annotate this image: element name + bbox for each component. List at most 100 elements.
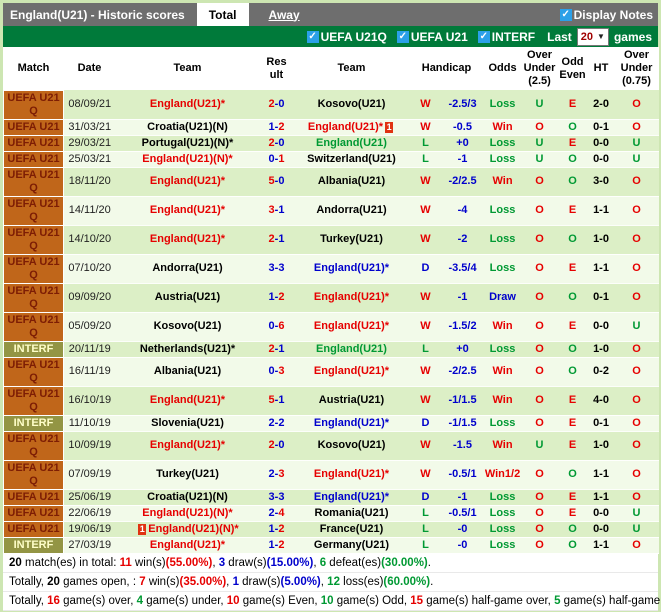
odds-result: Loss — [483, 521, 522, 538]
over-under-2-5-value: O — [535, 416, 544, 429]
odds-result: Loss — [483, 505, 522, 522]
result-score: 2-1 — [259, 341, 294, 358]
odds-result-value: Win — [492, 175, 513, 187]
odds-result-value: Draw — [489, 291, 516, 303]
match-date: 07/10/20 — [63, 254, 116, 284]
odds-result: Loss — [483, 489, 522, 506]
match-date: 14/10/20 — [63, 225, 116, 255]
over-under-0-75-value: O — [632, 233, 641, 245]
col-home-team: Team — [115, 47, 260, 90]
tab-away[interactable]: Away — [257, 3, 312, 26]
match-date: 19/06/19 — [63, 521, 116, 538]
half-time-score: 0-0 — [587, 505, 615, 522]
wdl-letter-value: W — [420, 291, 431, 303]
filter-uefa-u21q[interactable]: UEFA U21Q — [306, 30, 387, 44]
odd-even-value: O — [568, 152, 577, 165]
home-team: Croatia(U21)(N) — [115, 489, 260, 506]
half-time-score-value: 1-1 — [593, 204, 609, 216]
half-time-score-value: 1-0 — [593, 233, 609, 245]
wdl-letter-value: W — [420, 320, 431, 332]
half-time-score-value: 0-0 — [593, 136, 609, 149]
table-row: UEFA U21 25/06/19 Croatia(U21)(N) 3-3 Englan… — [3, 488, 659, 506]
competition-filters: UEFA U21Q UEFA U21 INTERF — [306, 30, 535, 44]
display-notes-checkbox-icon[interactable] — [559, 8, 572, 21]
wdl-letter: W — [409, 225, 442, 255]
over-under-0-75-value: O — [632, 394, 641, 406]
checkbox-checked-icon[interactable] — [396, 30, 409, 43]
table-row: UEFA U21 31/03/21 Croatia(U21)(N) 1-2 Englan… — [3, 118, 659, 136]
table-row: UEFA U21 Q 07/10/20 Andorra(U21) 3-3 England… — [3, 253, 659, 284]
handicap-line: -0.5/1 — [441, 460, 484, 490]
table-row: UEFA U21 29/03/21 Portugal(U21)(N)* 2-0 Engl… — [3, 134, 659, 152]
odds-result-value: Loss — [489, 416, 516, 429]
odds-result-value: Loss — [489, 490, 516, 503]
over-under-0-75-value: O — [632, 291, 641, 303]
handicap-line-value: -3.5/4 — [448, 262, 477, 274]
team-name: Netherlands(U21)* — [139, 342, 236, 355]
filter-uefa-u21[interactable]: UEFA U21 — [396, 30, 468, 44]
team-name: Switzerland(U21) — [307, 152, 396, 165]
half-time-score: 0-0 — [587, 521, 615, 538]
odds-result-value: Loss — [489, 262, 516, 274]
match-competition: UEFA U21 Q — [3, 311, 64, 342]
home-team: Austria(U21) — [115, 283, 260, 313]
wdl-letter: L — [409, 135, 442, 152]
checkbox-checked-icon[interactable] — [306, 30, 319, 43]
checkbox-checked-icon[interactable] — [477, 30, 490, 43]
result-score: 3-1 — [259, 196, 294, 226]
team-name: England(U21)* — [313, 416, 390, 429]
match-competition: UEFA U21 — [3, 118, 64, 136]
summary-segment: win(s) — [145, 575, 180, 588]
summary-segment: . — [427, 556, 431, 569]
wdl-letter: L — [409, 521, 442, 538]
over-under-2-5-value: O — [535, 506, 544, 519]
result-score: 5-0 — [259, 167, 294, 197]
result-score: 2-0 — [259, 90, 294, 120]
odds-result: Loss — [483, 537, 522, 554]
filter-interf[interactable]: INTERF — [477, 30, 535, 44]
team-name: Croatia(U21)(N) — [147, 120, 228, 133]
home-team: England(U21)(N)* — [115, 505, 260, 522]
result-score: 1-2 — [259, 283, 294, 313]
odd-even-value: O — [568, 175, 577, 187]
over-under-2-5-value: U — [535, 136, 544, 149]
tab-total[interactable]: Total — [196, 3, 249, 26]
result-score: 2-4 — [259, 505, 294, 522]
handicap-line-value: -1 — [457, 490, 468, 503]
summary-segment: game(s) Even, — [239, 594, 321, 607]
summary-line: Totally, 16 game(s) over, 4 game(s) unde… — [3, 592, 661, 611]
summary-segment: game(s) Odd, — [333, 594, 411, 607]
last-games-value: 20 — [580, 30, 594, 43]
last-games-select[interactable]: 20 ▼ — [576, 27, 609, 46]
summary-segment: (60.00%) — [383, 575, 431, 588]
summary-segment: draw(s) — [225, 556, 267, 569]
table-row: UEFA U21 Q 08/09/21 England(U21)* 2-0 Kosovo… — [3, 89, 659, 120]
team-name: Kosovo(U21) — [153, 320, 222, 332]
match-competition: UEFA U21 — [3, 488, 64, 506]
away-team: England(U21)* 1 — [293, 119, 410, 136]
summary-segment: 12 — [327, 575, 340, 588]
results-body: UEFA U21 Q 08/09/21 England(U21)* 2-0 Kosovo… — [3, 89, 659, 554]
odd-even: O — [557, 341, 588, 358]
odds-result-value: Win1/2 — [484, 468, 521, 480]
match-competition: UEFA U21 Q — [3, 89, 64, 120]
odds-result-value: Win — [492, 439, 513, 451]
over-under-0-75-value: O — [632, 365, 641, 377]
odds-result: Loss — [483, 254, 522, 284]
wdl-letter-value: W — [420, 394, 431, 406]
team-name: Albania(U21) — [153, 365, 222, 377]
team-name: England(U21) — [316, 136, 387, 149]
over-under-0-75: U — [614, 135, 659, 152]
team-name: Austria(U21) — [318, 394, 385, 406]
wdl-letter-value: L — [422, 152, 429, 165]
display-notes-toggle[interactable]: Display Notes — [559, 3, 653, 26]
over-under-2-5: O — [521, 283, 558, 313]
half-time-score: 1-1 — [587, 460, 615, 490]
odd-even-value: E — [568, 97, 577, 110]
wdl-letter-value: D — [421, 416, 430, 429]
match-competition: INTERF — [3, 414, 64, 432]
table-row: UEFA U21 Q 14/11/20 England(U21)* 3-1 Andorr… — [3, 195, 659, 226]
half-time-score-value: 0-0 — [593, 320, 609, 332]
over-under-2-5-value: O — [535, 320, 544, 332]
wdl-letter-value: D — [421, 490, 430, 503]
